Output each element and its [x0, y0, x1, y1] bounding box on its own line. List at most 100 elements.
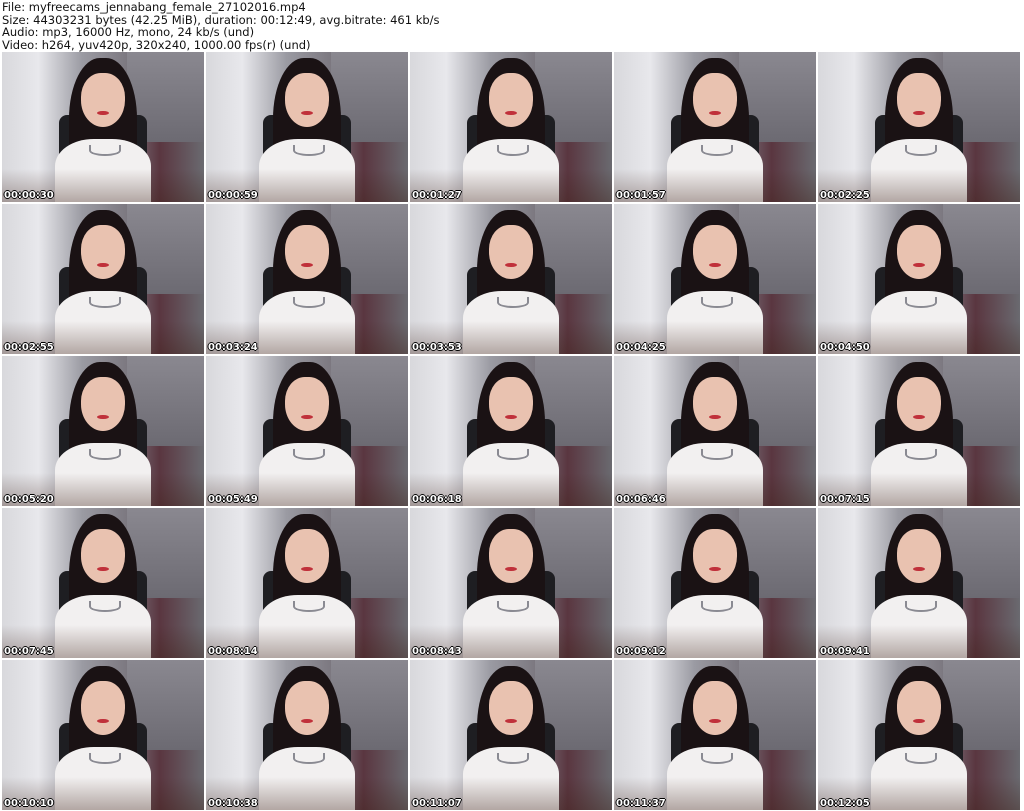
necklace: [496, 753, 530, 764]
timestamp: 00:11:37: [616, 798, 666, 809]
necklace: [292, 601, 326, 612]
necklace: [700, 753, 734, 764]
lips: [504, 718, 518, 723]
timestamp: 00:02:55: [4, 342, 54, 353]
lips: [504, 110, 518, 115]
face: [488, 529, 534, 583]
face: [692, 73, 738, 127]
face: [284, 377, 330, 431]
lips: [912, 566, 926, 571]
file-info: File: myfreecams_jennabang_female_271020…: [2, 1, 440, 51]
lips: [504, 566, 518, 571]
face: [896, 529, 942, 583]
video-thumbnail: 00:10:38: [206, 660, 408, 810]
face: [692, 225, 738, 279]
lips: [300, 566, 314, 571]
video-thumbnail: 00:11:07: [410, 660, 612, 810]
timestamp: 00:05:49: [208, 494, 258, 505]
timestamp: 00:03:24: [208, 342, 258, 353]
face: [488, 73, 534, 127]
face: [80, 225, 126, 279]
face: [284, 529, 330, 583]
necklace: [700, 297, 734, 308]
timestamp: 00:04:50: [820, 342, 870, 353]
timestamp: 00:11:07: [412, 798, 462, 809]
face: [692, 377, 738, 431]
video-thumbnail: 00:04:50: [818, 204, 1020, 354]
face: [488, 377, 534, 431]
timestamp: 00:08:43: [412, 646, 462, 657]
thumbnail-grid: 00:00:30 00:00:59 00:01:27 00:01:57 00:02:25…: [2, 52, 1020, 810]
lips: [96, 414, 110, 419]
timestamp: 00:03:53: [412, 342, 462, 353]
timestamp: 00:01:27: [412, 190, 462, 201]
necklace: [292, 145, 326, 156]
lips: [708, 566, 722, 571]
video-thumbnail: 00:01:57: [614, 52, 816, 202]
video-thumbnail: 00:12:05: [818, 660, 1020, 810]
lips: [504, 414, 518, 419]
face: [896, 73, 942, 127]
lips: [912, 110, 926, 115]
face: [488, 681, 534, 735]
lips: [708, 110, 722, 115]
lips: [708, 414, 722, 419]
video-thumbnail: 00:05:20: [2, 356, 204, 506]
face: [80, 377, 126, 431]
video-thumbnail: 00:03:53: [410, 204, 612, 354]
face: [284, 225, 330, 279]
timestamp: 00:06:18: [412, 494, 462, 505]
timestamp: 00:10:10: [4, 798, 54, 809]
face: [896, 225, 942, 279]
video-thumbnail: 00:09:12: [614, 508, 816, 658]
lips: [912, 718, 926, 723]
timestamp: 00:06:46: [616, 494, 666, 505]
necklace: [88, 145, 122, 156]
video-info: Video: h264, yuv420p, 320x240, 1000.00 f…: [2, 37, 311, 52]
face: [692, 681, 738, 735]
necklace: [700, 601, 734, 612]
video-thumbnail: 00:07:15: [818, 356, 1020, 506]
video-thumbnail: 00:07:45: [2, 508, 204, 658]
lips: [96, 262, 110, 267]
timestamp: 00:07:45: [4, 646, 54, 657]
video-thumbnail: 00:08:14: [206, 508, 408, 658]
timestamp: 00:09:12: [616, 646, 666, 657]
lips: [708, 262, 722, 267]
lips: [708, 718, 722, 723]
face: [896, 681, 942, 735]
video-thumbnail: 00:08:43: [410, 508, 612, 658]
face: [488, 225, 534, 279]
timestamp: 00:09:41: [820, 646, 870, 657]
face: [80, 681, 126, 735]
necklace: [496, 601, 530, 612]
lips: [912, 414, 926, 419]
necklace: [904, 449, 938, 460]
face: [284, 73, 330, 127]
video-thumbnail: 00:06:46: [614, 356, 816, 506]
video-thumbnail: 00:05:49: [206, 356, 408, 506]
lips: [300, 110, 314, 115]
timestamp: 00:00:30: [4, 190, 54, 201]
timestamp: 00:01:57: [616, 190, 666, 201]
necklace: [496, 449, 530, 460]
video-thumbnail: 00:00:30: [2, 52, 204, 202]
necklace: [904, 297, 938, 308]
video-thumbnail: 00:09:41: [818, 508, 1020, 658]
necklace: [700, 145, 734, 156]
lips: [300, 718, 314, 723]
lips: [96, 110, 110, 115]
video-thumbnail: 00:02:55: [2, 204, 204, 354]
timestamp: 00:02:25: [820, 190, 870, 201]
timestamp: 00:08:14: [208, 646, 258, 657]
necklace: [292, 753, 326, 764]
lips: [300, 262, 314, 267]
lips: [912, 262, 926, 267]
audio-info: Audio: mp3, 16000 Hz, mono, 24 kb/s (und…: [2, 25, 255, 39]
necklace: [88, 449, 122, 460]
necklace: [496, 297, 530, 308]
timestamp: 00:07:15: [820, 494, 870, 505]
face: [80, 73, 126, 127]
necklace: [88, 601, 122, 612]
video-thumbnail: 00:03:24: [206, 204, 408, 354]
